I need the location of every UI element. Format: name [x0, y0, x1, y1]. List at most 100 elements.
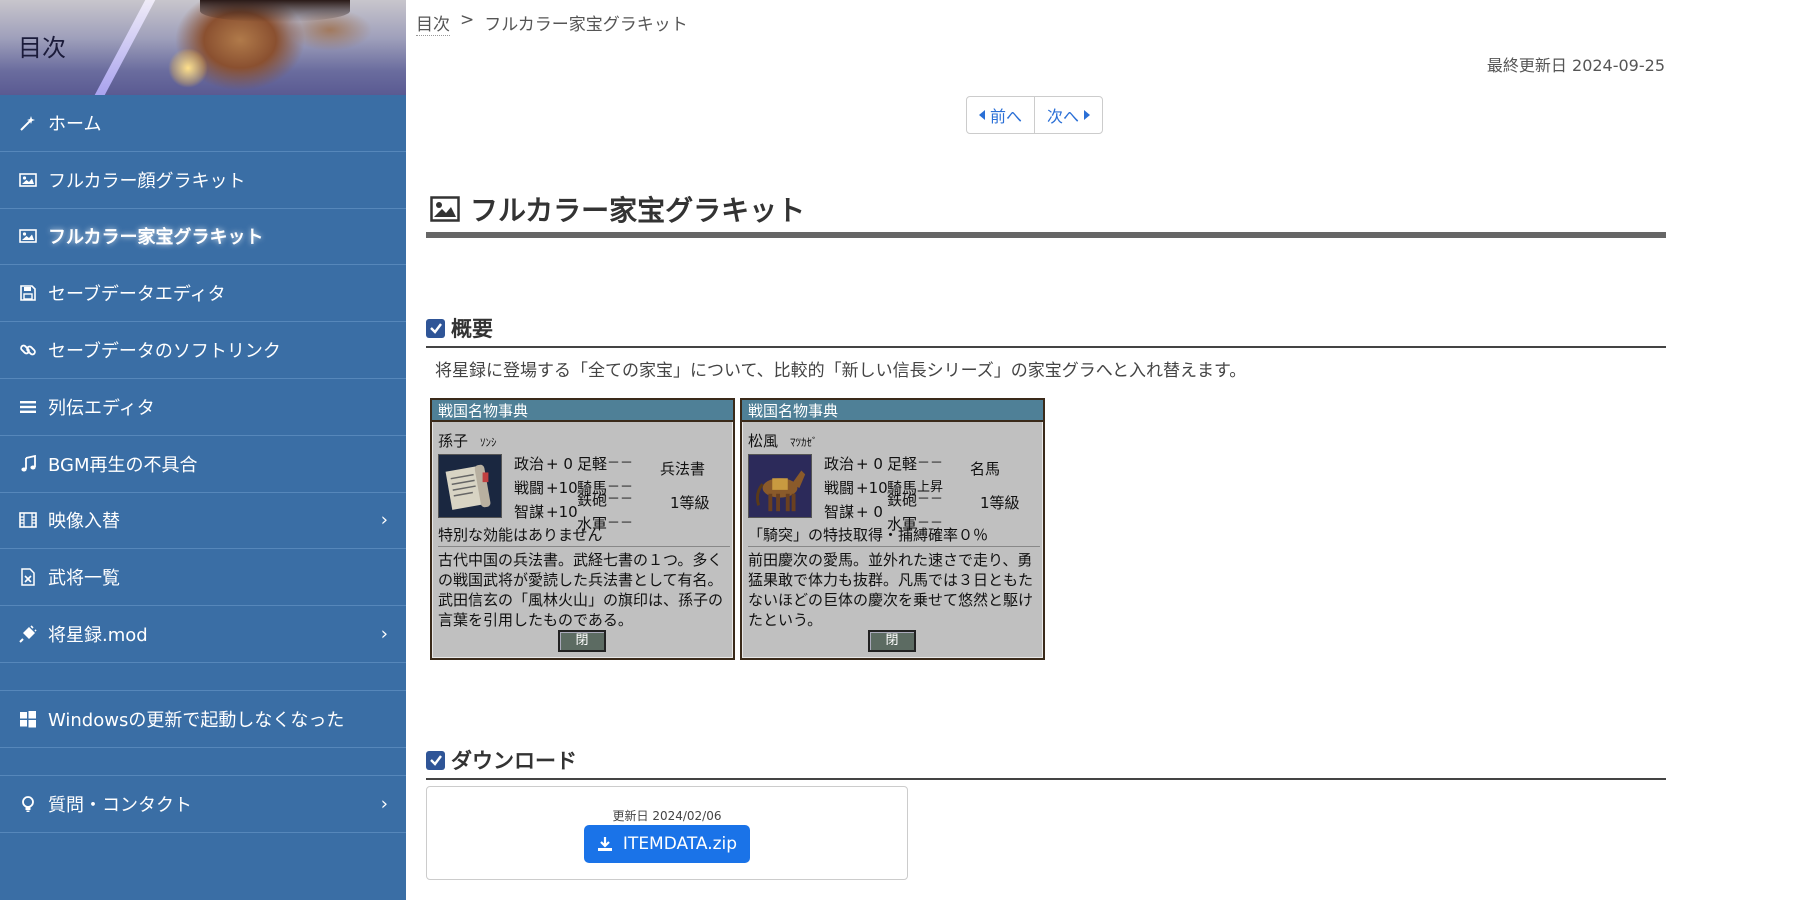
- unit-value: －－: [917, 456, 944, 471]
- unit-row: 足軽 －－: [887, 455, 945, 473]
- download-box: 更新日 2024/02/06 ITEMDATA.zip: [426, 786, 908, 880]
- treasure-dialog-sonshi: 戦国名物事典 孫子 ｿﾝｼ 政治 + 0 戦闘 +10 智謀 +10 足軽 －－ 騎馬 －－…: [430, 398, 735, 660]
- banner-art-lightning: [94, 0, 156, 95]
- sidebar-item-label: Windowsの更新で起動しなくなった: [48, 709, 345, 731]
- unit-list: 足軽 －－ 騎馬 上昇 鉄砲 －－ 水軍 －－: [887, 452, 945, 532]
- sidebar-item-home[interactable]: ホーム: [0, 95, 406, 152]
- sidebar-item-label: セーブデータのソフトリンク: [48, 341, 281, 363]
- stat-row: 戦闘 +10: [514, 476, 578, 500]
- item-description: 古代中国の兵法書。武経七書の１つ。多くの戦国武将が愛読した兵法書として有名。武田…: [438, 546, 730, 630]
- item-name-kana: ﾏﾂｶｾﾞ: [790, 436, 818, 449]
- sidebar-item-biography-editor[interactable]: 列伝エディタ: [0, 379, 406, 436]
- sidebar-nav: ホーム フルカラー顔グラキット フルカラー家宝グラキット セーブデータエディタ …: [0, 95, 406, 833]
- next-label: 次へ: [1047, 107, 1080, 126]
- dialog-title: 戦国名物事典: [742, 400, 1043, 422]
- sidebar-item-video-swap[interactable]: 映像入替 ›: [0, 493, 406, 550]
- item-grade: 1等級: [980, 494, 1020, 512]
- music-note-icon: [18, 454, 38, 474]
- stat-label: 戦闘: [824, 479, 855, 497]
- stat-label: 政治: [514, 455, 545, 473]
- prev-label: 前へ: [990, 107, 1023, 126]
- sidebar-item-save-data-editor[interactable]: セーブデータエディタ: [0, 265, 406, 323]
- sidebar-item-label: 武将一覧: [48, 568, 120, 590]
- windows-icon: [18, 709, 38, 729]
- sidebar-item-label: フルカラー家宝グラキット: [48, 227, 264, 249]
- unit-row: 鉄砲 －－: [887, 493, 945, 508]
- item-name: 松風 ﾏﾂｶｾﾞ: [748, 430, 818, 451]
- plug-icon: [18, 624, 38, 644]
- breadcrumb-separator: >: [460, 10, 475, 30]
- sidebar-item-save-data-softlink[interactable]: セーブデータのソフトリンク: [0, 322, 406, 379]
- caret-left-icon: [979, 110, 985, 120]
- excel-file-icon: [18, 567, 38, 587]
- unit-value: －－: [607, 492, 634, 507]
- item-name-text: 孫子: [438, 432, 469, 450]
- sidebar-item-label: 列伝エディタ: [48, 397, 155, 419]
- image-icon: [18, 170, 38, 190]
- pager: 前へ 次へ: [966, 96, 1104, 134]
- list-icon: [18, 397, 38, 417]
- banner-art-glow: [168, 48, 208, 88]
- page-title-text: フルカラー家宝グラキット: [470, 194, 806, 227]
- main-content: 目次 > フルカラー家宝グラキット 最終更新日 2024-09-25 前へ 次へ…: [406, 0, 1800, 900]
- sidebar-item-bgm-issue[interactable]: BGM再生の不具合: [0, 436, 406, 493]
- sidebar-item-label: 映像入替: [48, 511, 120, 533]
- sidebar-item-windows-update[interactable]: Windowsの更新で起動しなくなった: [0, 691, 406, 748]
- sidebar-title[interactable]: 目次: [18, 28, 66, 63]
- sidebar-item-face-graphic-kit[interactable]: フルカラー顔グラキット: [0, 152, 406, 209]
- overview-text: 将星録に登場する「全ての家宝」について、比較的「新しい信長シリーズ」の家宝グラへ…: [435, 361, 1247, 381]
- treasure-dialog-matsukaze: 戦国名物事典 松風 ﾏﾂｶｾﾞ 政治 + 0 戦闘 +10 智謀 + 0 足軽 －－: [740, 398, 1045, 660]
- overview-heading: 概要: [426, 313, 1666, 348]
- overview-heading-text: 概要: [451, 317, 493, 341]
- stat-value: + 0: [856, 503, 883, 521]
- dialog-close-button[interactable]: 閉: [558, 630, 606, 652]
- sidebar-item-label: フルカラー顔グラキット: [48, 170, 246, 192]
- download-button[interactable]: ITEMDATA.zip: [584, 825, 750, 863]
- sidebar-spacer: [0, 663, 406, 691]
- chevron-right-icon: ›: [380, 623, 388, 645]
- download-button-label: ITEMDATA.zip: [622, 834, 738, 854]
- checkbox-icon: [426, 318, 445, 338]
- sidebar-item-shouseiroku-mod[interactable]: 将星録.mod ›: [0, 606, 406, 663]
- unit-label: 鉄砲: [577, 491, 608, 509]
- unit-value: －－: [607, 516, 634, 531]
- stat-row: 政治 + 0: [824, 452, 888, 476]
- checkbox-icon: [426, 750, 445, 770]
- magic-wand-icon: [18, 113, 38, 133]
- item-effect: 特別な効能はありません: [438, 526, 603, 544]
- sidebar-item-label: ホーム: [48, 113, 102, 135]
- stat-row: 政治 + 0: [514, 452, 578, 476]
- sidebar-item-label: セーブデータエディタ: [48, 284, 226, 306]
- unit-value: －－: [607, 456, 634, 471]
- chevron-right-icon: ›: [380, 509, 388, 531]
- stat-value: + 0: [546, 455, 573, 473]
- download-icon: [597, 837, 612, 851]
- sidebar-item-treasure-graphic-kit[interactable]: フルカラー家宝グラキット: [0, 209, 406, 266]
- breadcrumb-current: フルカラー家宝グラキット: [484, 15, 688, 35]
- sidebar-item-label: 将星録.mod: [48, 625, 148, 647]
- last-updated-date: 最終更新日 2024-09-25: [1486, 56, 1665, 75]
- unit-label: 足軽: [577, 455, 608, 473]
- unit-row: 鉄砲 －－: [577, 491, 635, 509]
- prev-button[interactable]: 前へ: [967, 97, 1034, 133]
- film-icon: [18, 510, 38, 530]
- dialog-close-button[interactable]: 閉: [868, 630, 916, 652]
- unit-label: 足軽: [887, 455, 918, 473]
- caret-right-icon: [1084, 110, 1091, 120]
- horse-icon: [748, 454, 812, 518]
- stat-row: 戦闘 +10: [824, 476, 888, 500]
- sidebar-item-contact[interactable]: 質問・コンタクト ›: [0, 776, 406, 833]
- stat-label: 智謀: [824, 503, 855, 521]
- stat-row: 智謀 +10: [514, 500, 578, 524]
- stat-value: +10: [856, 479, 888, 497]
- sidebar-item-warlord-list[interactable]: 武将一覧: [0, 549, 406, 607]
- item-type: 名馬: [970, 460, 1001, 478]
- stat-value: + 0: [856, 455, 883, 473]
- breadcrumb: 目次 > フルカラー家宝グラキット: [416, 10, 688, 36]
- unit-row: 足軽 －－: [577, 455, 635, 473]
- breadcrumb-root-link[interactable]: 目次: [416, 10, 450, 36]
- banner-art-hair: [200, 0, 350, 22]
- item-grade: 1等級: [670, 494, 710, 512]
- download-heading: ダウンロード: [426, 745, 1666, 780]
- next-button[interactable]: 次へ: [1034, 97, 1102, 133]
